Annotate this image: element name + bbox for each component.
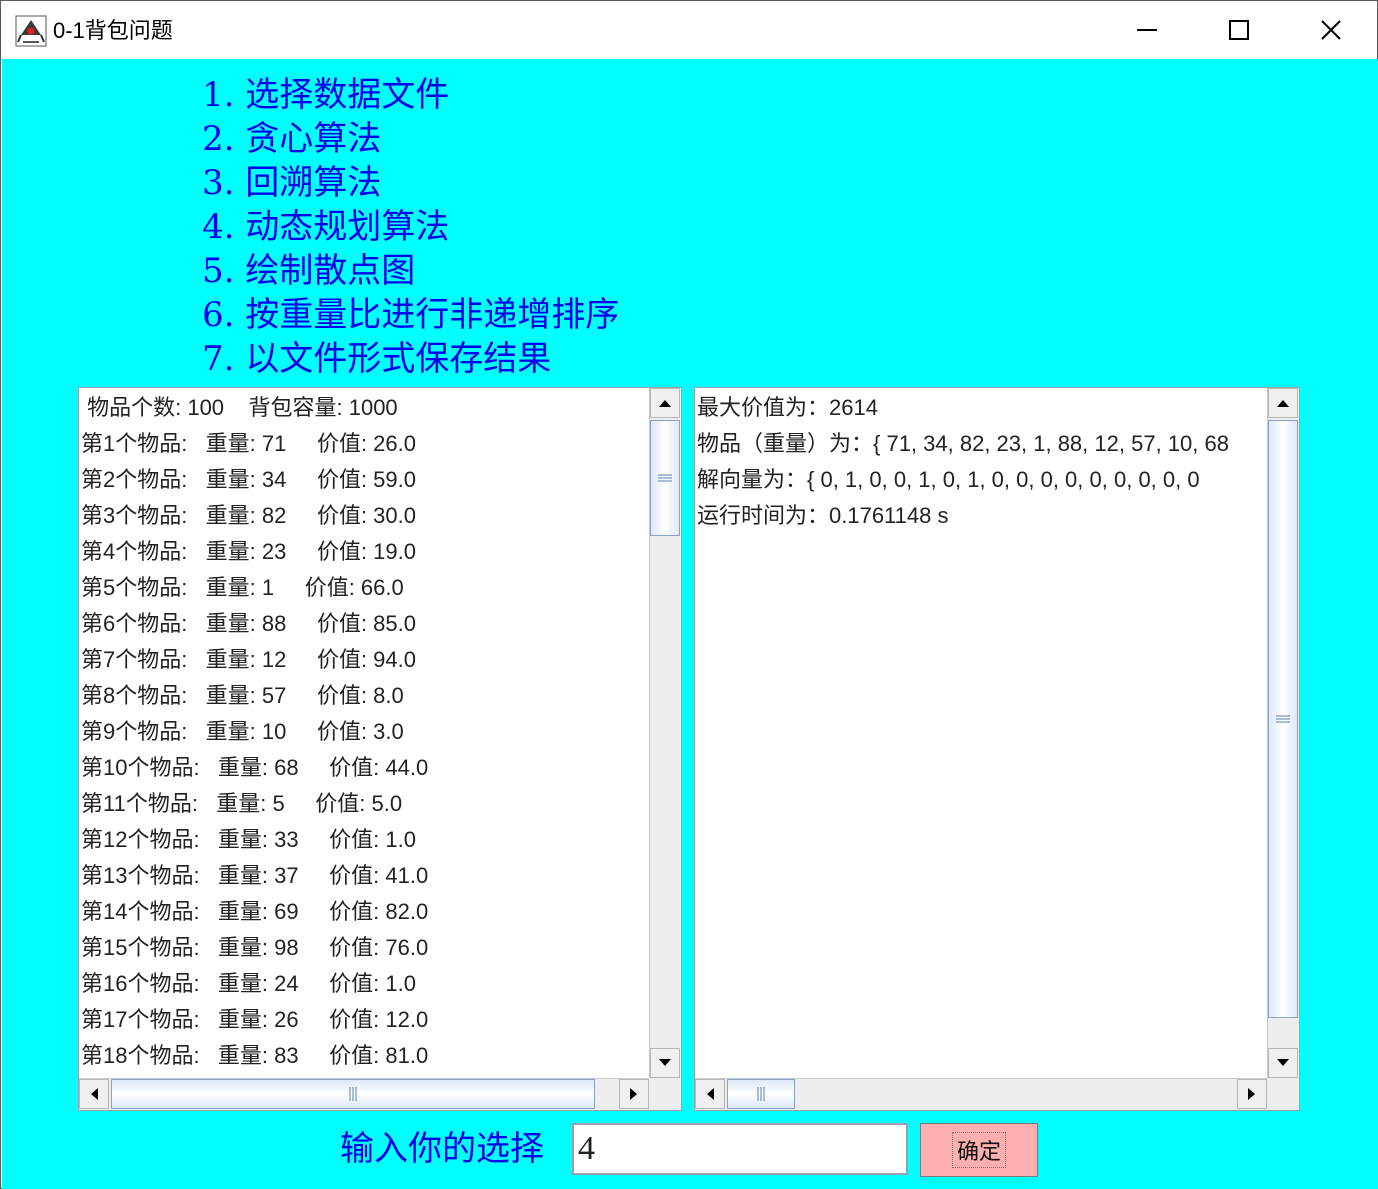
scroll-right-button[interactable] bbox=[619, 1079, 649, 1109]
menu-item: 6. 按重量比进行非递增排序 bbox=[202, 295, 620, 335]
item-line: 第16个物品: 重量: 24 价值: 1.0 bbox=[81, 971, 416, 996]
choice-input[interactable]: 4 bbox=[572, 1123, 908, 1175]
item-line: 第6个物品: 重量: 88 价值: 85.0 bbox=[81, 611, 416, 636]
window-title: 0-1背包问题 bbox=[53, 18, 173, 43]
item-line: 第3个物品: 重量: 82 价值: 30.0 bbox=[81, 503, 416, 528]
item-line: 第5个物品: 重量: 1 价值: 66.0 bbox=[81, 575, 404, 600]
scroll-down-button[interactable] bbox=[1268, 1048, 1298, 1078]
choice-prompt-label: 输入你的选择 bbox=[340, 1129, 544, 1169]
item-line: 第8个物品: 重量: 57 价值: 8.0 bbox=[81, 683, 404, 708]
arrow-down-icon bbox=[1277, 1059, 1289, 1066]
item-line: 第17个物品: 重量: 26 价值: 12.0 bbox=[81, 1007, 429, 1032]
options-menu: 1. 选择数据文件 2. 贪心算法 3. 回溯算法 4. 动态规划算法 5. 绘… bbox=[202, 73, 619, 381]
scroll-thumb[interactable] bbox=[1268, 420, 1298, 1018]
scroll-thumb[interactable] bbox=[727, 1079, 795, 1109]
grip-icon bbox=[1276, 715, 1290, 723]
menu-item: 3. 回溯算法 bbox=[202, 163, 382, 203]
java-duke-icon bbox=[15, 15, 47, 47]
menu-item: 7. 以文件形式保存结果 bbox=[202, 339, 552, 379]
result-pane[interactable]: 最大价值为：2614 物品（重量）为：{ 71, 34, 82, 23, 1, … bbox=[694, 387, 1300, 1111]
menu-item: 4. 动态规划算法 bbox=[202, 207, 450, 247]
maximize-button[interactable] bbox=[1193, 1, 1285, 59]
item-line: 第13个物品: 重量: 37 价值: 41.0 bbox=[81, 863, 429, 888]
title-bar[interactable]: 0-1背包问题 bbox=[1, 1, 1377, 59]
left-vertical-scrollbar[interactable] bbox=[649, 388, 681, 1078]
scroll-thumb[interactable] bbox=[650, 420, 680, 536]
arrow-down-icon bbox=[659, 1059, 671, 1066]
scroll-thumb[interactable] bbox=[111, 1079, 595, 1109]
arrow-right-icon bbox=[630, 1088, 637, 1100]
grip-icon bbox=[349, 1087, 357, 1101]
scroll-up-button[interactable] bbox=[1268, 388, 1298, 418]
right-horizontal-scrollbar[interactable] bbox=[695, 1078, 1267, 1110]
grip-icon bbox=[658, 474, 672, 482]
arrow-up-icon bbox=[659, 400, 671, 407]
item-line: 第14个物品: 重量: 69 价值: 82.0 bbox=[81, 899, 429, 924]
client-area: 1. 选择数据文件 2. 贪心算法 3. 回溯算法 4. 动态规划算法 5. 绘… bbox=[2, 59, 1378, 1189]
item-line: 第4个物品: 重量: 23 价值: 19.0 bbox=[81, 539, 416, 564]
item-line: 第10个物品: 重量: 68 价值: 44.0 bbox=[81, 755, 429, 780]
scroll-up-button[interactable] bbox=[650, 388, 680, 418]
arrow-left-icon bbox=[91, 1088, 98, 1100]
confirm-button-label: 确定 bbox=[951, 1132, 1006, 1168]
item-line: 第18个物品: 重量: 83 价值: 81.0 bbox=[81, 1043, 429, 1068]
left-horizontal-scrollbar[interactable] bbox=[79, 1078, 649, 1110]
maximize-icon bbox=[1229, 20, 1249, 40]
item-list-text[interactable]: 物品个数: 100 背包容量: 1000 第1个物品: 重量: 71 价值: 2… bbox=[81, 390, 649, 1078]
arrow-up-icon bbox=[1277, 400, 1289, 407]
scroll-left-button[interactable] bbox=[79, 1079, 109, 1109]
scroll-left-button[interactable] bbox=[695, 1079, 725, 1109]
item-list-pane[interactable]: 物品个数: 100 背包容量: 1000 第1个物品: 重量: 71 价值: 2… bbox=[78, 387, 682, 1111]
menu-item: 5. 绘制散点图 bbox=[202, 251, 416, 291]
confirm-button[interactable]: 确定 bbox=[920, 1123, 1038, 1177]
item-line: 第9个物品: 重量: 10 价值: 3.0 bbox=[81, 719, 404, 744]
arrow-right-icon bbox=[1248, 1088, 1255, 1100]
item-line: 第12个物品: 重量: 33 价值: 1.0 bbox=[81, 827, 416, 852]
result-line: 最大价值为：2614 bbox=[697, 395, 878, 420]
right-vertical-scrollbar[interactable] bbox=[1267, 388, 1299, 1078]
minimize-button[interactable] bbox=[1101, 1, 1193, 59]
result-text[interactable]: 最大价值为：2614 物品（重量）为：{ 71, 34, 82, 23, 1, … bbox=[697, 390, 1267, 1078]
item-line: 第15个物品: 重量: 98 价值: 76.0 bbox=[81, 935, 429, 960]
item-line: 第2个物品: 重量: 34 价值: 59.0 bbox=[81, 467, 416, 492]
menu-item: 2. 贪心算法 bbox=[202, 119, 382, 159]
close-icon bbox=[1321, 20, 1341, 40]
scroll-right-button[interactable] bbox=[1237, 1079, 1267, 1109]
result-line: 解向量为：{ 0, 1, 0, 0, 1, 0, 1, 0, 0, 0, 0, … bbox=[697, 467, 1200, 492]
arrow-left-icon bbox=[707, 1088, 714, 1100]
close-button[interactable] bbox=[1285, 1, 1377, 59]
app-window: 0-1背包问题 1. 选择数据文件 2. 贪心算法 3. 回溯算法 4. 动态规… bbox=[0, 0, 1378, 1189]
result-line: 物品（重量）为：{ 71, 34, 82, 23, 1, 88, 12, 57,… bbox=[697, 431, 1229, 456]
item-line: 第1个物品: 重量: 71 价值: 26.0 bbox=[81, 431, 416, 456]
result-line: 运行时间为：0.1761148 s bbox=[697, 503, 949, 528]
minimize-icon bbox=[1137, 29, 1157, 31]
grip-icon bbox=[757, 1087, 765, 1101]
item-line: 物品个数: 100 背包容量: 1000 bbox=[81, 395, 398, 420]
scroll-corner bbox=[1267, 1078, 1299, 1110]
menu-item: 1. 选择数据文件 bbox=[202, 75, 450, 115]
item-line: 第7个物品: 重量: 12 价值: 94.0 bbox=[81, 647, 416, 672]
item-line: 第11个物品: 重量: 5 价值: 5.0 bbox=[81, 791, 403, 816]
scroll-corner bbox=[649, 1078, 681, 1110]
scroll-down-button[interactable] bbox=[650, 1048, 680, 1078]
